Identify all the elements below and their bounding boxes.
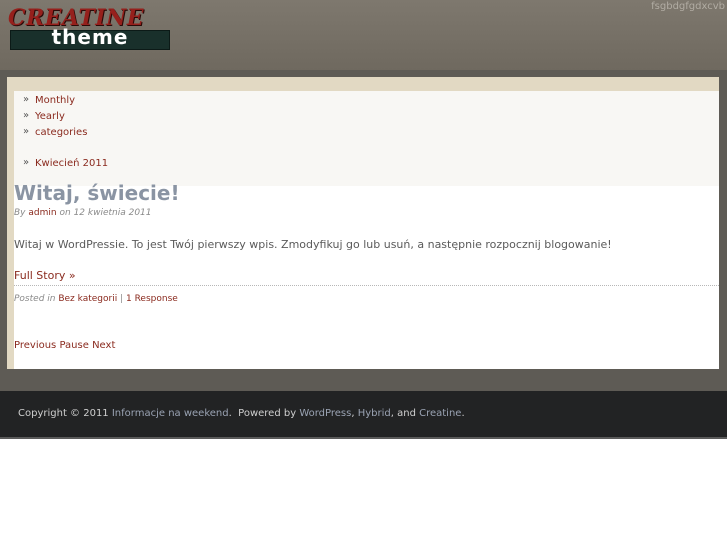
footer-period: .: [228, 408, 232, 419]
double-chevron-right-icon: »: [23, 126, 30, 137]
post-title[interactable]: Witaj, świecie!: [14, 181, 180, 205]
full-story-link[interactable]: Full Story »: [14, 269, 76, 282]
double-chevron-right-icon: »: [23, 157, 30, 168]
site-logo[interactable]: CREATINE theme: [8, 5, 170, 50]
footer-and: , and: [390, 408, 416, 419]
widget-link-monthly[interactable]: » Monthly: [23, 93, 75, 107]
next-button[interactable]: Next: [92, 340, 115, 351]
byline-by-label: By: [14, 208, 26, 218]
double-chevron-right-icon: »: [23, 94, 30, 105]
wordpress-link[interactable]: WordPress: [299, 408, 351, 419]
footer-credits: Copyright © 2011 Informacje na weekend. …: [18, 408, 465, 419]
widget-area: » Monthly » Yearly » categories » Kwieci…: [14, 91, 719, 186]
post-byline: By admin on 12 kwietnia 2011: [14, 208, 152, 218]
logo-text-bottom: theme: [51, 25, 129, 49]
logo-badge: theme: [10, 25, 170, 50]
post-divider: [14, 285, 719, 286]
copyright-text: Copyright © 2011: [18, 408, 109, 419]
footer-comma: ,: [351, 408, 355, 419]
responses-link[interactable]: 1 Response: [126, 294, 178, 304]
category-link[interactable]: Bez kategorii: [58, 294, 117, 304]
site-name-link[interactable]: Informacje na weekend: [112, 408, 229, 419]
widget-link-yearly[interactable]: » Yearly: [23, 109, 65, 123]
post-date: 12 kwietnia 2011: [73, 208, 152, 218]
previous-button[interactable]: Previous: [14, 340, 56, 351]
widget-link-categories[interactable]: » categories: [23, 125, 87, 139]
post-meta: Posted in Bez kategorii | 1 Response: [14, 294, 178, 304]
powered-by-label: Powered by: [238, 408, 297, 419]
main-container: » Monthly » Yearly » categories » Kwieci…: [7, 77, 719, 369]
creatine-link[interactable]: Creatine: [419, 408, 461, 419]
site-tagline: fsgbdgfgdxcvb: [651, 1, 725, 12]
footer-end: .: [461, 408, 465, 419]
meta-separator: |: [120, 294, 124, 304]
slider-navigation: Previous Pause Next: [14, 340, 115, 351]
widget-link-label: Yearly: [35, 110, 65, 122]
footer-divider: [0, 437, 727, 439]
pause-button[interactable]: Pause: [59, 340, 88, 351]
sidebar-left-strip: [7, 91, 14, 369]
widget-link-label: categories: [35, 126, 88, 138]
site-header: CREATINE theme fsgbdgfgdxcvb: [0, 0, 727, 70]
post-excerpt: Witaj w WordPressie. To jest Twój pierws…: [14, 238, 612, 251]
hybrid-link[interactable]: Hybrid: [358, 408, 391, 419]
author-link[interactable]: admin: [28, 208, 56, 218]
widget-link-archive-april-2011[interactable]: » Kwiecień 2011: [23, 156, 108, 170]
posted-in-label: Posted in: [14, 294, 56, 304]
widget-link-label: Monthly: [35, 94, 76, 106]
byline-on-label: on: [59, 208, 71, 218]
widget-link-label: Kwiecień 2011: [35, 157, 109, 169]
double-chevron-right-icon: »: [23, 110, 30, 121]
sidebar-top-bar: [7, 77, 719, 91]
